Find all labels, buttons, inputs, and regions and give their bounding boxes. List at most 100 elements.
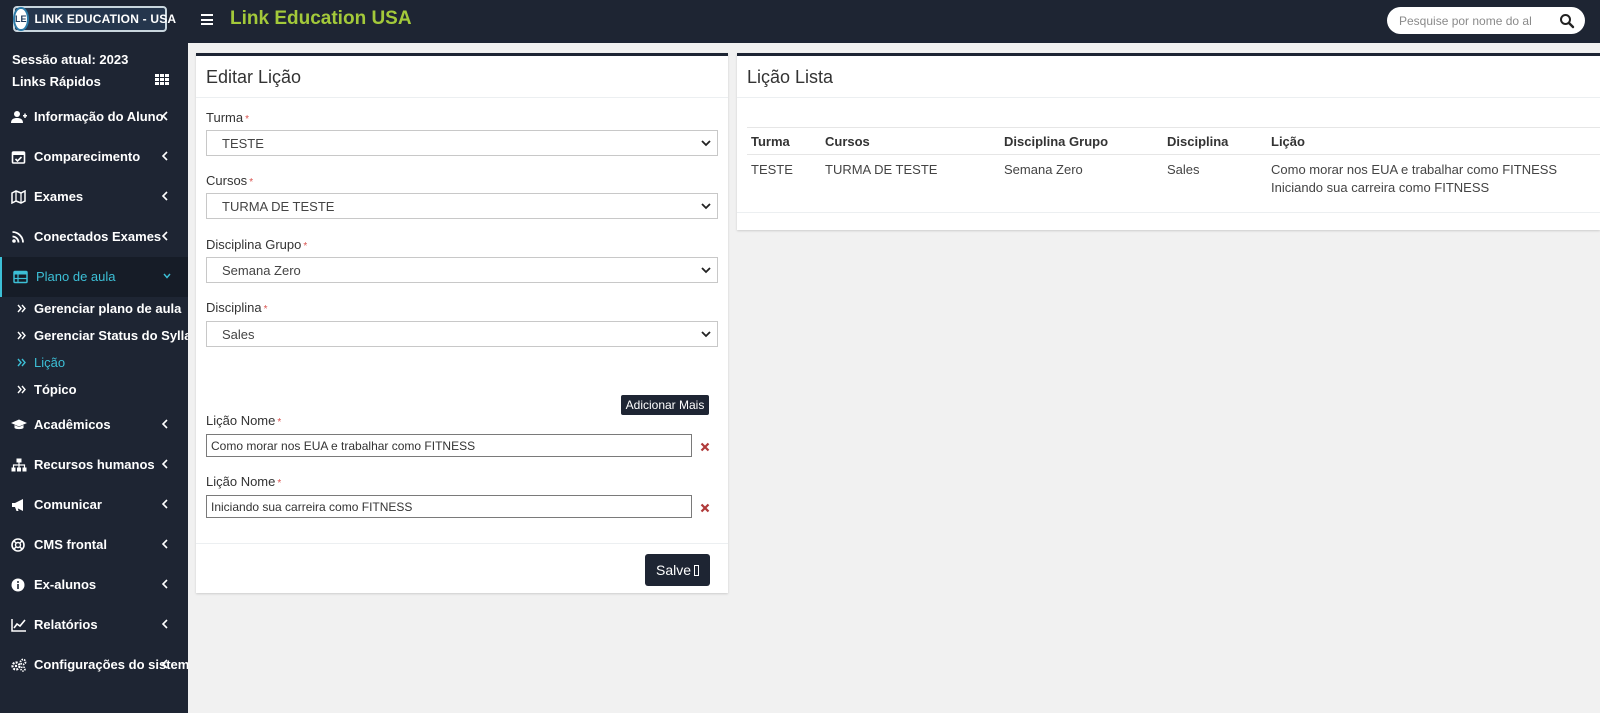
licao-nome-label: Lição Nome * bbox=[206, 413, 282, 428]
cogs-icon bbox=[11, 658, 27, 672]
sidebar-subitem-label: Gerenciar Status do Syllabus bbox=[34, 328, 188, 343]
sidebar-item-informacao-do-aluno[interactable]: Informação do Aluno bbox=[0, 97, 188, 137]
menu-toggle-icon[interactable] bbox=[201, 14, 213, 26]
turma-select-value: TESTE bbox=[222, 135, 264, 151]
column-header[interactable]: Cursos bbox=[821, 127, 1000, 155]
sidebar-subitem-licao[interactable]: Lição bbox=[0, 349, 188, 376]
column-header[interactable]: Lição bbox=[1267, 127, 1600, 155]
chevron-left-icon bbox=[161, 579, 168, 589]
sidebar-item-recursos-humanos[interactable]: Recursos humanos bbox=[0, 445, 188, 485]
brand-logo[interactable]: LE LINK EDUCATION - USA bbox=[13, 6, 176, 32]
info-circle-icon bbox=[11, 578, 25, 592]
chevron-left-icon bbox=[161, 459, 168, 469]
current-session: Sessão atual: 2023 bbox=[12, 52, 129, 67]
sidebar-item-label: CMS frontal bbox=[34, 537, 107, 552]
double-chevron-right-icon bbox=[17, 331, 26, 340]
save-button-label: Salve bbox=[655, 562, 692, 578]
sitemap-icon bbox=[11, 458, 27, 472]
chevron-left-icon bbox=[161, 231, 168, 241]
bullhorn-icon bbox=[12, 499, 23, 511]
calendar-check-icon bbox=[11, 151, 26, 164]
turma-select[interactable]: TESTE bbox=[206, 130, 718, 156]
disciplina-select[interactable]: Sales bbox=[206, 321, 718, 347]
column-header[interactable]: Turma bbox=[747, 127, 821, 155]
sidebar-item-label: Acadêmicos bbox=[34, 417, 111, 432]
cell-licao: Como morar nos EUA e trabalhar como FITN… bbox=[1267, 155, 1600, 204]
cell-disciplina-grupo: Semana Zero bbox=[1004, 162, 1083, 177]
sidebar-item-conectados-exames[interactable]: Conectados Exames bbox=[0, 217, 188, 257]
double-chevron-right-icon bbox=[17, 385, 26, 394]
cell-turma: TESTE bbox=[751, 162, 793, 177]
chevron-down-icon bbox=[701, 267, 711, 274]
quick-links[interactable]: Links Rápidos bbox=[12, 74, 101, 89]
sidebar-item-label: Comparecimento bbox=[34, 149, 141, 164]
chevron-left-icon bbox=[161, 151, 168, 161]
chevron-down-icon bbox=[701, 140, 711, 147]
cursos-select-value: TURMA DE TESTE bbox=[222, 198, 335, 214]
divider bbox=[737, 212, 1600, 213]
lesson-list-panel: Lição Lista Turma Cursos Disciplina Grup… bbox=[737, 53, 1600, 230]
cell-cursos: TURMA DE TESTE bbox=[825, 162, 938, 177]
sidebar-item-comparecimento[interactable]: Comparecimento bbox=[0, 137, 188, 177]
sidebar-subitem-label: Tópico bbox=[34, 382, 77, 397]
divider bbox=[737, 97, 1600, 98]
sidebar-item-exames[interactable]: Exames bbox=[0, 177, 188, 217]
panel-title: Lição Lista bbox=[747, 67, 834, 87]
sidebar-item-cms-frontal[interactable]: CMS frontal bbox=[0, 525, 188, 565]
lesson-name: Como morar nos EUA e trabalhar como FITN… bbox=[1271, 162, 1558, 177]
sidebar-item-academicos[interactable]: Acadêmicos bbox=[0, 405, 188, 445]
edit-lesson-panel: Editar Lição Turma * TESTE Cursos * TURMA … bbox=[196, 53, 728, 593]
sidebar-item-label: Plano de aula bbox=[36, 269, 116, 284]
chevron-down-icon bbox=[163, 273, 171, 279]
sidebar-subitem-topico[interactable]: Tópico bbox=[0, 376, 188, 403]
panel-title: Editar Lição bbox=[206, 67, 302, 87]
life-ring-icon bbox=[11, 538, 25, 552]
disciplina-grupo-select-value: Semana Zero bbox=[222, 262, 301, 278]
remove-icon[interactable] bbox=[700, 503, 710, 513]
logo-mark: LE bbox=[13, 7, 29, 31]
disciplina-label: Disciplina * bbox=[206, 300, 268, 315]
divider bbox=[196, 543, 728, 544]
line-chart-icon bbox=[11, 619, 26, 632]
chevron-left-icon bbox=[161, 539, 168, 549]
lesson-table: Turma Cursos Disciplina Grupo Disciplina… bbox=[747, 127, 1600, 203]
map-icon bbox=[11, 190, 26, 204]
save-button[interactable]: Salve bbox=[645, 554, 710, 586]
table-row: TESTE TURMA DE TESTE Semana Zero Sales C… bbox=[747, 155, 1600, 204]
sidebar-item-label: Recursos humanos bbox=[34, 457, 155, 472]
sidebar-item-plano-de-aula[interactable]: Plano de aula bbox=[0, 257, 188, 297]
sidebar-item-relatorios[interactable]: Relatórios bbox=[0, 605, 188, 645]
sidebar-item-comunicar[interactable]: Comunicar bbox=[0, 485, 188, 525]
licao-nome-input[interactable] bbox=[206, 495, 692, 518]
chevron-left-icon bbox=[161, 619, 168, 629]
chevron-down-icon bbox=[701, 203, 711, 210]
sidebar-item-ex-alunos[interactable]: Ex-alunos bbox=[0, 565, 188, 605]
table-header-row: Turma Cursos Disciplina Grupo Disciplina… bbox=[747, 127, 1600, 155]
sidebar-item-label: Ex-alunos bbox=[34, 577, 97, 592]
sidebar-subitem-gerenciar-status[interactable]: Gerenciar Status do Syllabus bbox=[0, 322, 188, 349]
licao-nome-input[interactable] bbox=[206, 434, 692, 457]
rss-icon bbox=[12, 231, 24, 243]
search-icon[interactable] bbox=[1559, 13, 1575, 29]
double-chevron-right-icon bbox=[17, 358, 26, 367]
chevron-left-icon bbox=[161, 419, 168, 429]
sidebar-subitem-label: Lição bbox=[34, 355, 66, 370]
sidebar-item-label: Conectados Exames bbox=[34, 229, 162, 244]
chevron-left-icon bbox=[161, 111, 168, 121]
add-more-button[interactable]: Adicionar Mais bbox=[621, 395, 709, 415]
cell-disciplina: Sales bbox=[1167, 162, 1200, 177]
disciplina-grupo-select[interactable]: Semana Zero bbox=[206, 257, 718, 283]
sidebar-item-label: Informação do Aluno bbox=[34, 109, 164, 124]
sidebar-item-configuracoes[interactable]: Configurações do sistema bbox=[0, 645, 188, 685]
disciplina-grupo-label: Disciplina Grupo * bbox=[206, 237, 308, 252]
column-header[interactable]: Disciplina bbox=[1163, 127, 1267, 155]
user-plus-icon bbox=[11, 111, 27, 123]
lesson-name: Iniciando sua carreira como FITNESS bbox=[1271, 180, 1490, 195]
column-header[interactable]: Disciplina Grupo bbox=[1000, 127, 1163, 155]
grid-icon[interactable] bbox=[155, 74, 169, 85]
sidebar-subitem-label: Gerenciar plano de aula bbox=[34, 301, 182, 316]
sidebar-subitem-gerenciar-plano[interactable]: Gerenciar plano de aula bbox=[0, 295, 188, 322]
cursos-select[interactable]: TURMA DE TESTE bbox=[206, 193, 718, 219]
remove-icon[interactable] bbox=[700, 442, 710, 452]
search-input[interactable] bbox=[1399, 12, 1549, 29]
